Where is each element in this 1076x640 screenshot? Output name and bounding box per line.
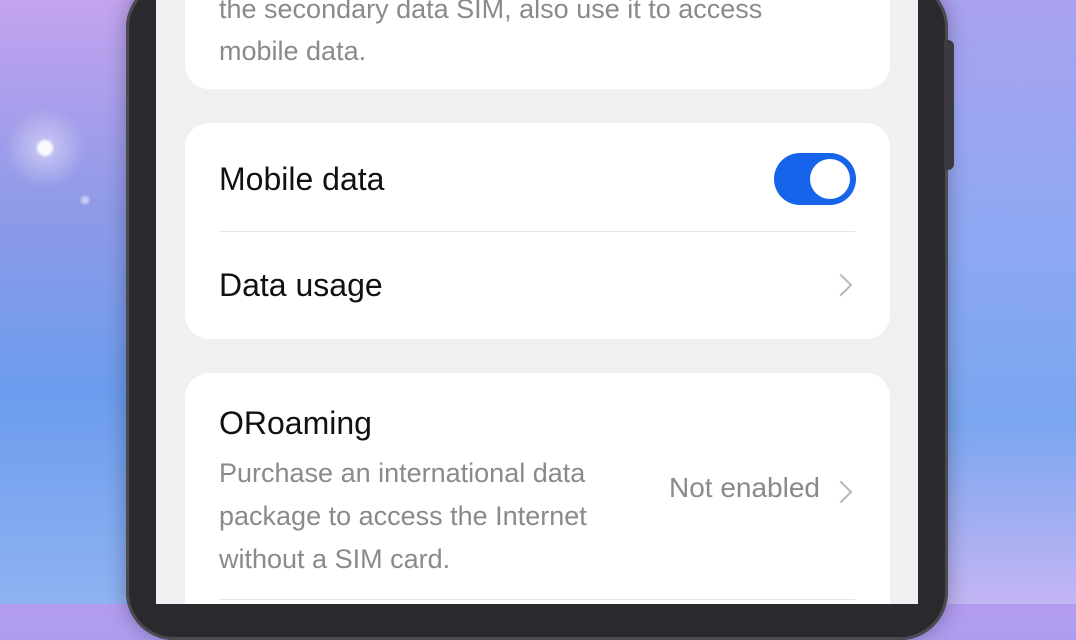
oroaming-description: Purchase an international data package t… bbox=[219, 458, 587, 574]
oroaming-card[interactable]: ORoaming Purchase an international data … bbox=[185, 373, 890, 604]
oroaming-title: ORoaming bbox=[219, 405, 372, 441]
settings-screen: the secondary data SIM, also use it to a… bbox=[156, 0, 918, 604]
mobile-data-row[interactable]: Mobile data bbox=[185, 123, 890, 231]
wallpaper-right bbox=[946, 0, 1076, 604]
mobile-data-label: Mobile data bbox=[219, 161, 385, 197]
chevron-right-icon bbox=[829, 273, 853, 297]
toggle-knob bbox=[810, 159, 850, 199]
mobile-data-toggle[interactable] bbox=[774, 153, 856, 205]
oroaming-status: Not enabled bbox=[668, 472, 820, 503]
wallpaper-left bbox=[0, 0, 130, 604]
divider bbox=[219, 599, 855, 600]
data-usage-label: Data usage bbox=[219, 267, 383, 303]
dual-sim-card: the secondary data SIM, also use it to a… bbox=[185, 0, 890, 89]
chevron-right-icon bbox=[829, 480, 853, 504]
data-usage-row[interactable]: Data usage bbox=[185, 231, 890, 339]
dual-sim-description: the secondary data SIM, also use it to a… bbox=[219, 0, 763, 66]
mobile-data-card: Mobile data Data usage bbox=[185, 123, 890, 339]
phone-side-button bbox=[944, 40, 954, 170]
